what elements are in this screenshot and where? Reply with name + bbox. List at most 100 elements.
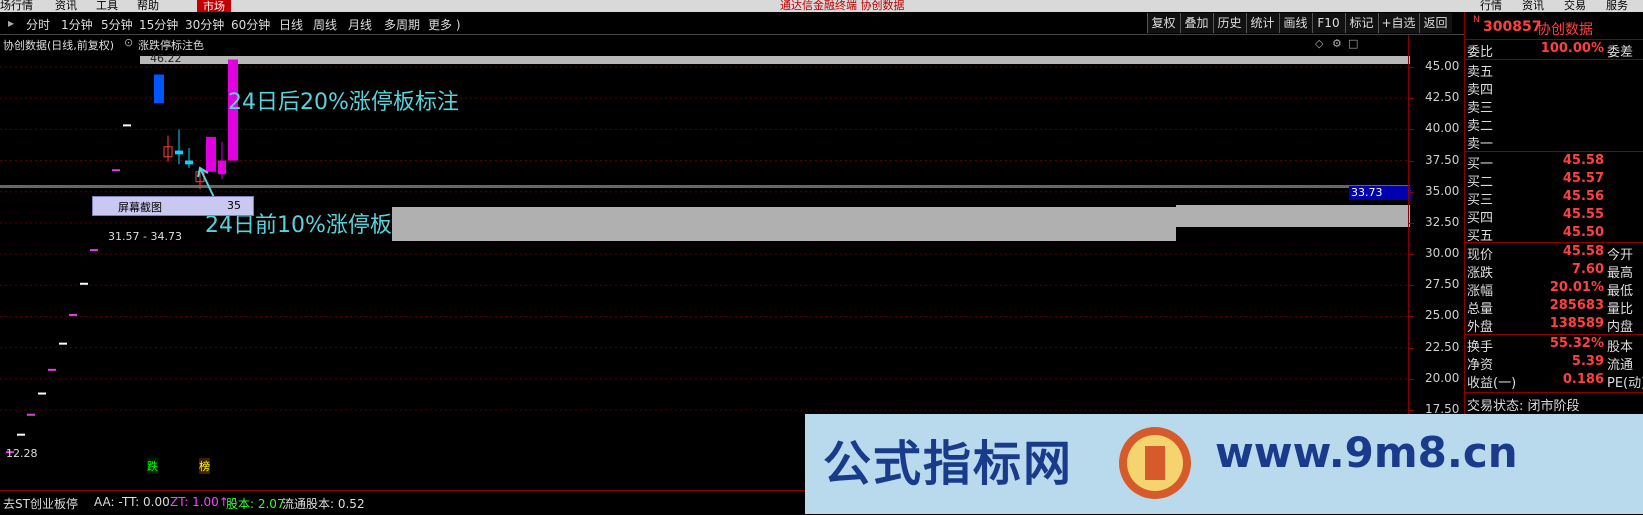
watermark-url: www.9m8.cn (1215, 428, 1518, 477)
menu-item-tools[interactable]: 工具 (96, 0, 118, 12)
top-right-news[interactable]: 资讯 (1522, 0, 1544, 12)
highlight-band-top (140, 56, 1410, 64)
back-button[interactable]: 返回 (1419, 13, 1452, 33)
stock-code: 300857 (1483, 19, 1542, 35)
weicha-label: 委差 (1607, 45, 1634, 60)
candle (123, 124, 131, 127)
stat-row-label: 涨跌 (1467, 266, 1494, 281)
statistics-button[interactable]: 统计 (1246, 13, 1279, 33)
buy-row-label: 买二 (1467, 175, 1494, 190)
mark-bang: 榜 (199, 458, 210, 474)
period-tab-multi[interactable]: 多周期 (384, 16, 420, 33)
sell-row: 卖四 (1465, 79, 1643, 98)
stat-row-label: 现价 (1467, 248, 1494, 263)
buy-row-label: 买三 (1467, 193, 1494, 208)
screenshot-tooltip[interactable]: 屏幕截图 35 (92, 196, 254, 216)
period-tab-day[interactable]: 日线 (279, 16, 303, 33)
stat2-row-right: 股本 (1607, 340, 1634, 355)
period-tab-5min[interactable]: 5分钟 (101, 16, 133, 33)
draw-line-button[interactable]: 画线 (1279, 13, 1312, 33)
sell-row-label: 卖二 (1467, 119, 1494, 134)
period-tab-month[interactable]: 月线 (348, 16, 372, 33)
buy-row: 买一 45.58 (1465, 153, 1643, 172)
period-tab-1min[interactable]: 1分钟 (61, 16, 93, 33)
menu-item-help[interactable]: 帮助 (137, 0, 159, 12)
chart-header-name: 协创数据(日线,前复权) (3, 39, 115, 52)
screenshot-overlay-band (392, 207, 1176, 241)
sell-row: 卖二 (1465, 115, 1643, 134)
mark-button[interactable]: 标记 (1345, 13, 1378, 33)
buy-row: 买四 45.55 (1465, 207, 1643, 226)
y-tick-mark (1408, 347, 1414, 349)
period-tab-week[interactable]: 周线 (313, 16, 337, 33)
top-right-service[interactable]: 服务 (1606, 0, 1628, 12)
indicator-name[interactable]: 涨跌停标注色 (138, 37, 204, 53)
period-tab-60min[interactable]: 60分钟 (231, 16, 270, 33)
period-tab-30min[interactable]: 30分钟 (185, 16, 224, 33)
y-tick-label: 30.00 (1425, 246, 1460, 261)
stat2-row-right: PE(动) (1607, 376, 1643, 391)
market-button[interactable]: 市场 (197, 0, 231, 12)
candle (17, 433, 25, 436)
top-menu-bar: 场行情 资讯 工具 帮助 市场 通达信金融终端 协创数据 行情 资讯 交易 服务 (0, 0, 1643, 12)
stat-row: 现价 45.58 今开 (1465, 244, 1643, 263)
candle (112, 169, 120, 172)
y-tick-mark (1408, 285, 1414, 287)
high-price-label: 46.22 (150, 52, 182, 65)
history-button[interactable]: 历史 (1213, 13, 1246, 33)
stat-row: 总量 285683 量比 (1465, 298, 1643, 317)
stat2-row-right: 流通 (1607, 358, 1634, 373)
candle (175, 150, 183, 155)
candle (90, 249, 98, 252)
indicator-bottom-name[interactable]: 去ST创业板停 (3, 495, 78, 512)
stat-row-value: 20.01% (1549, 280, 1604, 295)
menu-item-news[interactable]: 资讯 (55, 0, 77, 12)
stat-row: 涨幅 20.01% 最低 (1465, 280, 1643, 299)
sell-row-label: 卖四 (1467, 83, 1494, 98)
period-tab-timeshare[interactable]: 分时 (26, 16, 50, 33)
chevron-down-icon[interactable]: ⊙ (124, 36, 133, 49)
buy-row: 买二 45.57 (1465, 171, 1643, 190)
ltgb-value: 流通股本: 0.52 (282, 497, 365, 511)
sell-row: 卖五 (1465, 61, 1643, 80)
f10-button[interactable]: F10 (1312, 13, 1345, 33)
stat2-row-value: 5.39 (1571, 354, 1604, 369)
expand-icon[interactable]: □ (1348, 37, 1358, 50)
y-tick-label: 35.00 (1425, 183, 1460, 198)
add-watchlist-button[interactable]: +自选 (1378, 13, 1419, 33)
stock-name: 协创数据 (1537, 22, 1593, 38)
top-right-trade[interactable]: 交易 (1564, 0, 1586, 12)
restore-rights-button[interactable]: 复权 (1147, 13, 1180, 33)
stat-row-right: 最低 (1607, 284, 1634, 299)
stat-row-right: 今开 (1607, 248, 1634, 263)
trade-status-text: 交易状态: 闭市阶段 (1467, 399, 1580, 414)
menu-item-quotes[interactable]: 场行情 (0, 0, 33, 12)
y-tick-label: 42.50 (1425, 90, 1460, 105)
y-tick-mark (1408, 316, 1414, 318)
period-tab-15min[interactable]: 15分钟 (139, 16, 178, 33)
sell-row: 卖一 (1465, 133, 1643, 152)
top-right-quotes[interactable]: 行情 (1480, 0, 1502, 12)
weibi-row: 委比 100.00% 委差 (1465, 41, 1643, 60)
stat-row-value: 285683 (1549, 298, 1604, 313)
annotation-before-24: 24日前10%涨停板 (205, 213, 392, 238)
buy-row-value: 45.57 (1562, 171, 1604, 186)
y-tick-mark (1408, 254, 1414, 256)
stat-row: 外盘 138589 内盘 (1465, 316, 1643, 335)
chevron-left-icon[interactable]: ▸ (8, 16, 14, 30)
buy-row-value: 45.56 (1562, 189, 1604, 204)
weibi-label: 委比 (1467, 45, 1494, 60)
diamond-icon[interactable]: ◇ (1315, 37, 1323, 50)
y-tick-label: 25.00 (1425, 308, 1460, 323)
y-tick-label: 27.50 (1425, 277, 1460, 292)
window-title: 通达信金融终端 协创数据 (780, 0, 905, 12)
settings-icon[interactable]: ⚙ (1332, 37, 1342, 50)
buy-row: 买五 45.50 (1465, 225, 1643, 244)
aa-value: AA: - (94, 495, 123, 509)
y-tick-label: 45.00 (1425, 59, 1460, 73)
overlay-button[interactable]: 叠加 (1180, 13, 1213, 33)
stat-row: 涨跌 7.60 最高 (1465, 262, 1643, 281)
stat2-row: 收益(一) 0.186 PE(动) (1465, 372, 1643, 391)
stat-row-right: 内盘 (1607, 320, 1634, 335)
period-tab-more[interactable]: 更多 ) (428, 16, 461, 33)
